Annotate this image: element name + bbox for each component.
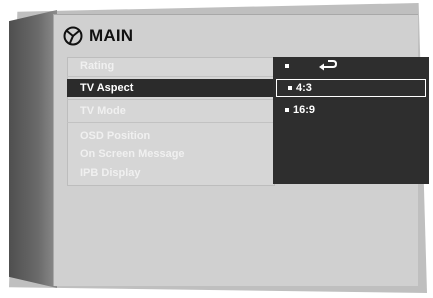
return-arrow-icon	[318, 60, 338, 72]
menu-item-label: OSD Position	[80, 130, 151, 142]
menu-header: MAIN	[63, 22, 133, 50]
option-16-9[interactable]: 16:9	[273, 101, 429, 119]
options-panel	[273, 57, 429, 184]
option-label: 16:9	[293, 104, 316, 116]
menu-item-rating[interactable]: Rating	[67, 57, 273, 75]
menu-item-label: TV Mode	[80, 105, 126, 117]
bullet-icon	[285, 64, 289, 69]
tv-bezel-side	[9, 10, 57, 288]
bullet-icon	[288, 86, 292, 91]
menu-item-osd-position[interactable]: OSD Position	[67, 127, 273, 145]
menu-item-tv-mode[interactable]: TV Mode	[67, 102, 273, 120]
menu-item-label: Rating	[80, 60, 115, 72]
bullet-icon	[285, 108, 289, 113]
option-return[interactable]	[273, 57, 429, 75]
menu-item-label: IPB Display	[80, 167, 141, 179]
option-4-3[interactable]: 4:3	[276, 79, 426, 97]
divider	[67, 76, 273, 77]
divider	[67, 99, 273, 100]
menu-item-label: On Screen Message	[80, 148, 185, 160]
option-label: 4:3	[296, 82, 312, 94]
menu-item-label: TV Aspect	[80, 82, 134, 94]
menu-item-ipb-display[interactable]: IPB Display	[67, 164, 273, 182]
divider	[67, 122, 273, 123]
menu-item-tv-aspect[interactable]: TV Aspect	[67, 79, 273, 97]
page-title: MAIN	[89, 26, 134, 45]
disc-settings-icon	[63, 26, 83, 46]
menu-item-on-screen-message[interactable]: On Screen Message	[67, 145, 273, 163]
